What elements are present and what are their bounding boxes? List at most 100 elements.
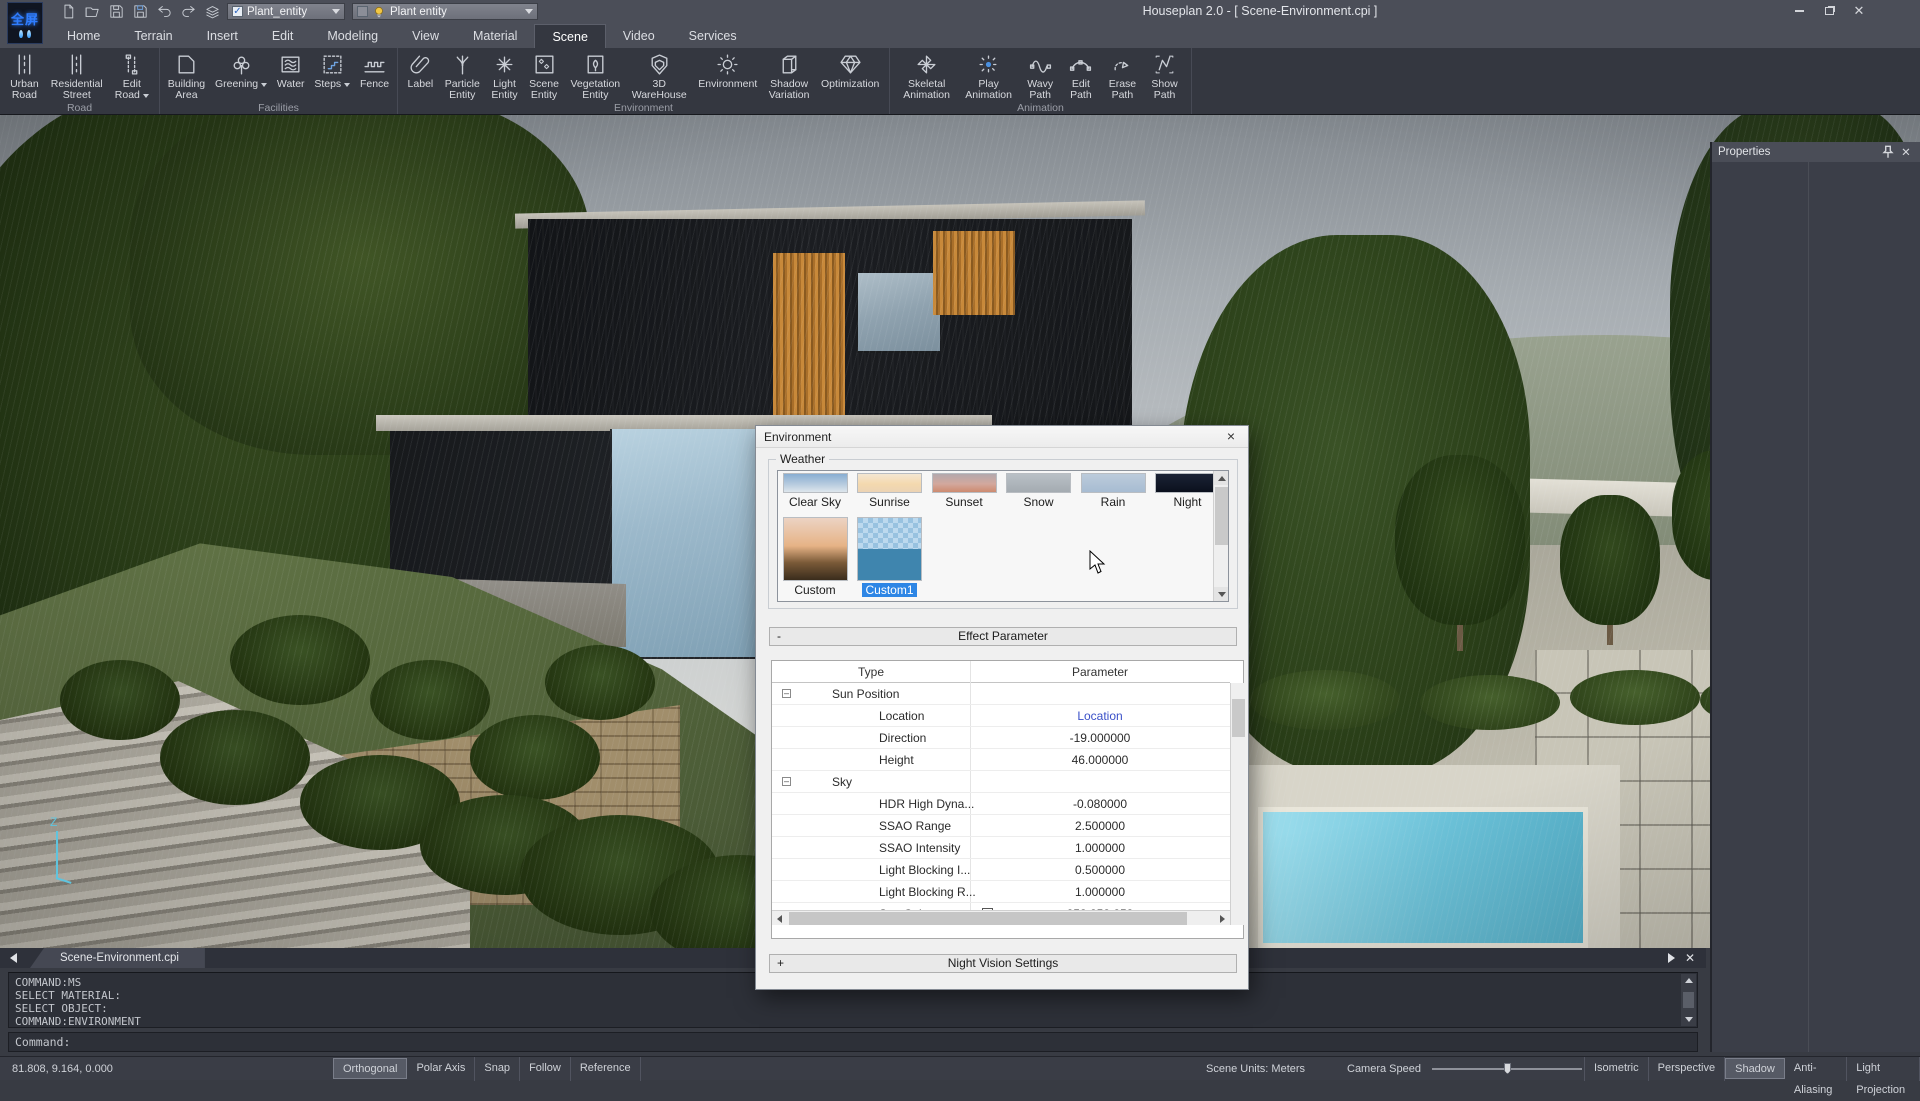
ribbon-button-environment[interactable]: Environment [696,51,759,91]
weather-thumbnail[interactable] [783,517,848,581]
redo-icon[interactable] [180,3,197,20]
night-vision-settings-header[interactable]: + Night Vision Settings [769,954,1237,973]
scroll-down-icon[interactable] [1681,1013,1696,1026]
ribbon-button-optimization[interactable]: Optimization [819,51,881,91]
weather-thumbnail[interactable] [932,473,997,493]
weather-preset-clear-sky[interactable]: Clear Sky [781,471,849,509]
ribbon-button-greening[interactable]: Greening [213,51,269,91]
parameter-table-hscrollbar[interactable] [772,910,1230,925]
save-icon[interactable] [108,3,125,20]
command-input[interactable]: Command: [8,1032,1698,1052]
tab-scroll-right-icon[interactable] [1662,951,1680,965]
weather-preset-rain[interactable]: Rain [1079,471,1147,509]
scroll-left-icon[interactable] [772,911,787,926]
toggle-isometric[interactable]: Isometric [1584,1057,1649,1081]
ribbon-button-3d-warehouse[interactable]: 3D WareHouse [630,51,689,102]
camera-speed-slider[interactable] [1432,1068,1582,1070]
weather-thumbnail[interactable] [1081,473,1146,493]
toggle-follow[interactable]: Follow [520,1057,571,1081]
menu-tab-view[interactable]: View [395,24,456,48]
parameter-row-light-blocking-i[interactable]: Light Blocking I...0.500000 [772,859,1230,881]
weather-list-scrollbar[interactable] [1213,471,1228,601]
scroll-up-icon[interactable] [1214,471,1229,485]
weather-preset-list[interactable]: Clear SkySunriseSunsetSnowRainNight Custo… [777,470,1229,602]
ribbon-button-play-animation[interactable]: Play Animation [963,51,1014,102]
weather-preset-night[interactable]: Night [1154,471,1222,509]
ribbon-button-wavy-path[interactable]: Wavy Path [1025,51,1055,102]
toggle-perspective[interactable]: Perspective [1649,1057,1725,1081]
effect-parameter-header[interactable]: - Effect Parameter [769,627,1237,646]
weather-preset-snow[interactable]: Snow [1005,471,1073,509]
layer-checkbox[interactable]: ✓ [232,6,243,17]
weather-thumbnail[interactable] [1155,473,1220,493]
toggle-anti-aliasing[interactable]: Anti-Aliasing [1785,1057,1847,1081]
ribbon-button-skeletal-animation[interactable]: Skeletal Animation [901,51,952,102]
entity-checkbox[interactable] [357,6,368,17]
scroll-up-icon[interactable] [1681,974,1696,987]
ribbon-button-fence[interactable]: Fence [358,51,391,91]
parameter-row-ssao-range[interactable]: SSAO Range2.500000 [772,815,1230,837]
ribbon-button-erase-path[interactable]: Erase Path [1107,51,1138,102]
toggle-light-projection[interactable]: Light Projection [1847,1057,1920,1081]
toggle-orthogonal[interactable]: Orthogonal [333,1058,407,1079]
ribbon-button-light-entity[interactable]: Light Entity [489,51,519,102]
ribbon-button-water[interactable]: Water [275,51,307,91]
scrollbar-thumb[interactable] [789,912,1187,925]
parameter-row-location[interactable]: LocationLocation [772,705,1230,727]
parameter-row-light-blocking-r[interactable]: Light Blocking R...1.000000 [772,881,1230,903]
ribbon-button-vegetation-entity[interactable]: Vegetation Entity [569,51,623,102]
dialog-title-bar[interactable]: Environment [756,426,1248,448]
camera-speed-slider-thumb[interactable] [1504,1063,1511,1074]
ribbon-button-edit-road[interactable]: Edit Road [113,51,151,102]
weather-preset-sunset[interactable]: Sunset [930,471,998,509]
toggle-polar-axis[interactable]: Polar Axis [407,1057,475,1081]
scrollbar-thumb[interactable] [1215,487,1228,545]
weather-thumbnail[interactable] [1006,473,1071,493]
dialog-close-icon[interactable]: × [1222,426,1240,448]
minimize-button[interactable] [1786,2,1812,19]
weather-preset-custom1[interactable]: Custom1 [856,515,924,597]
entity-dropdown[interactable]: Plant entity [352,3,538,20]
close-button[interactable]: ✕ [1846,2,1872,19]
menu-tab-terrain[interactable]: Terrain [117,24,189,48]
scroll-right-icon[interactable] [1215,911,1230,926]
menu-tab-video[interactable]: Video [606,24,672,48]
ribbon-button-scene-entity[interactable]: Scene Entity [527,51,561,102]
parameter-row-hdr-high-dyna[interactable]: HDR High Dyna...-0.080000 [772,793,1230,815]
parameter-row-direction[interactable]: Direction-19.000000 [772,727,1230,749]
toggle-shadow[interactable]: Shadow [1725,1058,1785,1079]
menu-tab-edit[interactable]: Edit [255,24,311,48]
ribbon-button-edit-path[interactable]: Edit Path [1066,51,1095,102]
save-as-icon[interactable] [132,3,149,20]
ribbon-button-show-path[interactable]: Show Path [1149,51,1179,102]
ribbon-button-particle-entity[interactable]: Particle Entity [443,51,482,102]
parameter-row-sun-position[interactable]: –Sun Position [772,683,1230,705]
menu-tab-insert[interactable]: Insert [190,24,255,48]
tab-close-icon[interactable]: ✕ [1680,951,1700,965]
menu-tab-services[interactable]: Services [672,24,754,48]
ribbon-button-label[interactable]: Label [406,51,436,91]
weather-thumbnail[interactable] [857,473,922,493]
restore-button[interactable] [1816,2,1842,19]
weather-thumbnail[interactable] [783,473,848,493]
undo-icon[interactable] [156,3,173,20]
parameter-value-cell[interactable]: Location [970,705,1230,727]
scrollbar-thumb[interactable] [1232,699,1245,737]
ribbon-button-urban-road[interactable]: Urban Road [8,51,41,102]
menu-tab-modeling[interactable]: Modeling [310,24,395,48]
toggle-snap[interactable]: Snap [475,1057,520,1081]
scroll-down-icon[interactable] [1214,587,1229,601]
parameter-row-height[interactable]: Height46.000000 [772,749,1230,771]
new-file-icon[interactable] [60,3,77,20]
panel-close-icon[interactable]: ✕ [1898,145,1914,159]
tab-scroll-left-icon[interactable] [4,951,22,965]
menu-tab-material[interactable]: Material [456,24,534,48]
scrollbar-thumb[interactable] [1683,992,1694,1008]
ribbon-button-building-area[interactable]: Building Area [166,51,207,102]
menu-tab-home[interactable]: Home [50,24,117,48]
weather-preset-sunrise[interactable]: Sunrise [856,471,924,509]
ribbon-button-residential-street[interactable]: Residential Street [49,51,105,102]
expand-icon[interactable]: + [777,955,784,972]
layers-icon[interactable] [204,3,221,20]
parameter-table-vscrollbar[interactable] [1230,683,1245,925]
